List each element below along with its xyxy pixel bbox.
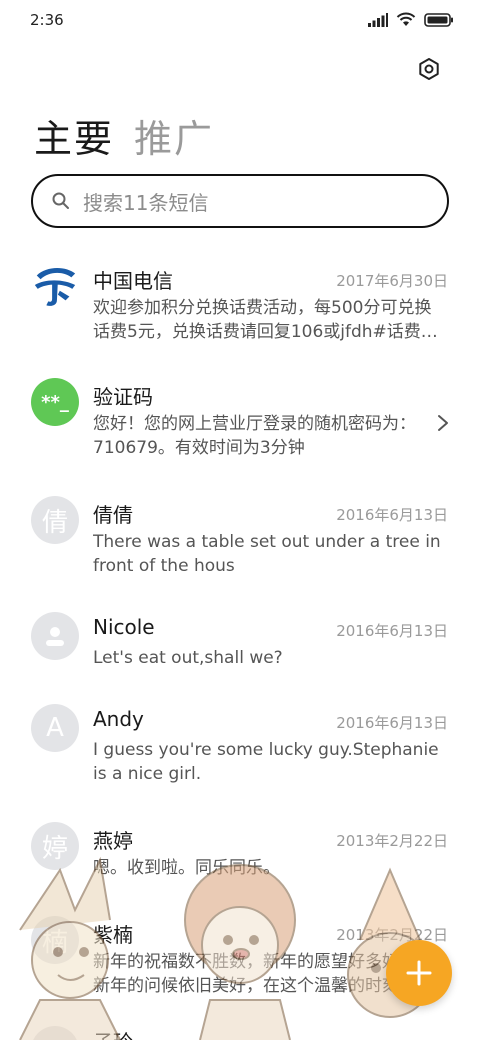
- avatar: [31, 1026, 79, 1040]
- contact-name: 子玲: [93, 1026, 133, 1040]
- avatar: **_: [31, 378, 79, 426]
- message-preview: I guess you're some lucky guy.Stephanie …: [93, 740, 439, 784]
- message-date: 2013年2月22日: [336, 832, 448, 850]
- search-icon: [52, 192, 69, 209]
- list-item[interactable]: A Andy 2016年6月13日 I guess you're some lu…: [0, 704, 480, 804]
- chevron-right-icon: [438, 415, 448, 431]
- tab-primary[interactable]: 主要: [34, 108, 114, 163]
- message-preview: 嗯。收到啦。同乐同乐。: [93, 858, 280, 878]
- contact-name: 中国电信: [93, 269, 173, 293]
- avatar: [31, 612, 79, 660]
- avatar: 倩: [31, 496, 79, 544]
- china-telecom-logo-icon: [34, 267, 76, 306]
- list-item[interactable]: 倩 倩倩 2016年6月13日 There was a table set ou…: [0, 496, 480, 596]
- message-date: 2016年6月13日: [336, 622, 448, 640]
- status-icons: [368, 12, 454, 27]
- settings-button[interactable]: [414, 54, 444, 84]
- avatar: 楠: [31, 916, 79, 964]
- status-time: 2:36: [30, 11, 64, 29]
- battery-icon: [424, 12, 453, 27]
- message-date: 2017年6月30日: [336, 272, 448, 290]
- settings-icon: [419, 58, 439, 80]
- avatar: A: [31, 704, 79, 752]
- tab-promotions[interactable]: 推广: [134, 108, 214, 163]
- new-message-button[interactable]: [386, 940, 452, 1006]
- message-date: 2016年6月13日: [336, 714, 448, 732]
- list-item[interactable]: 中国电信 2017年6月30日 欢迎参加积分兑换话费活动，每500分可兑换话费5…: [0, 262, 480, 362]
- contact-name: 倩倩: [93, 503, 133, 527]
- message-date: 2016年6月13日: [336, 506, 448, 524]
- contact-name: Nicole: [93, 615, 155, 639]
- contact-name: 紫楠: [93, 923, 133, 947]
- list-item[interactable]: **_ 验证码 您好！您的网上营业厅登录的随机密码为：710679。有效时间为3…: [0, 378, 480, 478]
- list-item[interactable]: Nicole 2016年6月13日 Let's eat out,shall we…: [0, 612, 480, 692]
- wifi-icon: [396, 12, 416, 26]
- avatar: 婷: [31, 822, 79, 870]
- search-placeholder: 搜索11条短信: [83, 190, 209, 215]
- message-preview: There was a table set out under a tree i…: [93, 532, 441, 576]
- person-icon: [46, 627, 64, 646]
- contact-name: 燕婷: [93, 829, 133, 853]
- message-preview: 您好！您的网上营业厅登录的随机密码为：710679。有效时间为3分钟: [93, 414, 416, 458]
- search-input[interactable]: 搜索11条短信: [31, 174, 449, 228]
- plus-icon: [406, 960, 432, 986]
- list-item[interactable]: 子玲: [0, 1026, 480, 1040]
- contact-name: Andy: [93, 707, 144, 731]
- signal-icon: [368, 12, 388, 27]
- message-preview: Let's eat out,shall we?: [93, 648, 283, 668]
- avatar: [31, 262, 79, 310]
- message-preview: 欢迎参加积分兑换话费活动，每500分可兑换话费5元，兑换话费请回复106或jfd…: [93, 298, 438, 342]
- status-bar: 2:36: [0, 0, 480, 40]
- contact-name: 验证码: [93, 385, 153, 409]
- list-item[interactable]: 婷 燕婷 2013年2月22日 嗯。收到啦。同乐同乐。: [0, 822, 480, 902]
- tab-bar: 主要 推广: [34, 108, 214, 163]
